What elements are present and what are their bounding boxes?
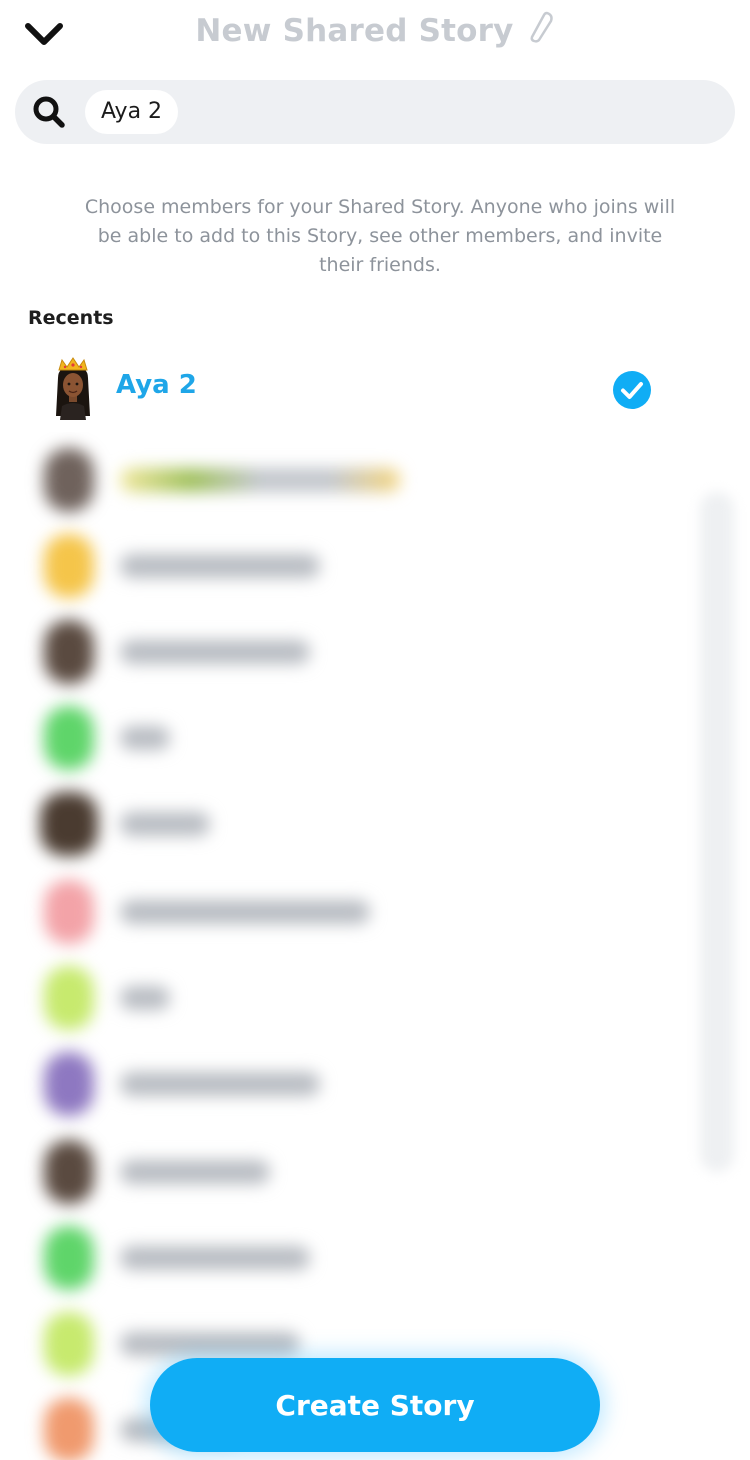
avatar [56, 357, 90, 420]
search-bar[interactable]: Aya 2 [15, 80, 735, 144]
create-story-button[interactable]: Create Story [150, 1358, 600, 1452]
list-item[interactable] [40, 448, 660, 512]
search-icon [33, 96, 65, 128]
list-item[interactable] [40, 880, 660, 944]
list-item[interactable] [40, 966, 660, 1030]
instructions-text: Choose members for your Shared Story. An… [84, 196, 676, 276]
title-area: New Shared Story [0, 10, 750, 49]
check-circle-icon[interactable] [612, 370, 652, 410]
pencil-icon[interactable] [527, 10, 555, 44]
page-title[interactable]: New Shared Story [195, 13, 513, 49]
list-item[interactable] [40, 706, 660, 770]
list-item[interactable] [40, 1140, 660, 1204]
blurred-friend-list [0, 432, 750, 1460]
list-item[interactable] [40, 1052, 660, 1116]
create-story-area: Create Story [144, 1352, 606, 1458]
header: New Shared Story [0, 0, 750, 70]
list-item[interactable] [40, 620, 660, 684]
list-item[interactable] [40, 1226, 660, 1290]
section-heading-recents: Recents [28, 307, 114, 329]
friend-row-selected[interactable]: Aya 2 [28, 344, 680, 433]
search-chip[interactable]: Aya 2 [85, 90, 179, 134]
list-item[interactable] [40, 792, 660, 856]
list-item[interactable] [40, 534, 660, 598]
scrollbar-track [700, 492, 734, 1172]
friend-name: Aya 2 [116, 370, 197, 400]
